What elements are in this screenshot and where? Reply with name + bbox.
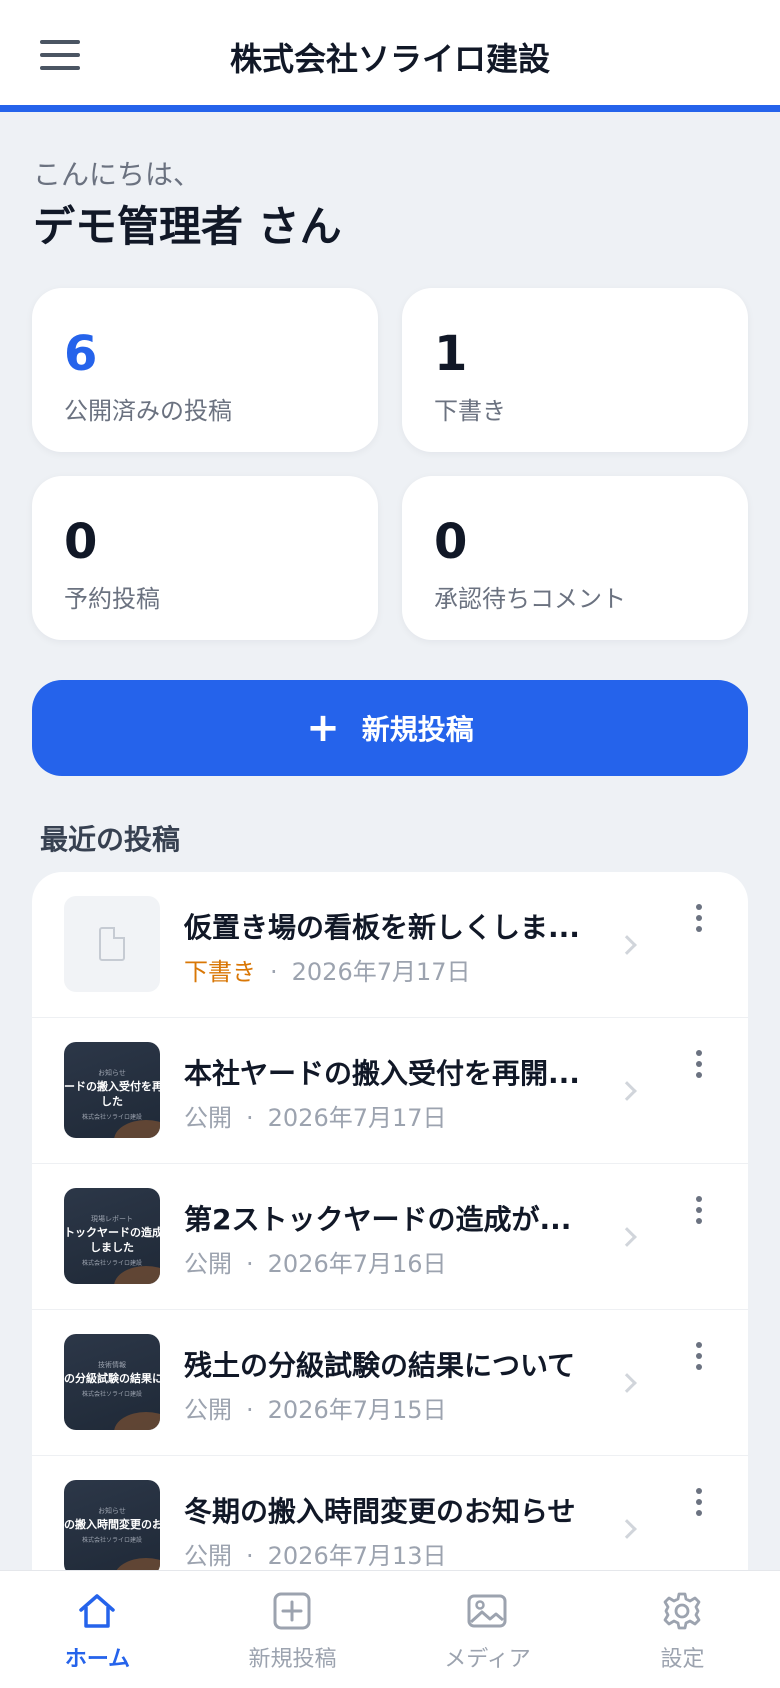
post-meta: 公開 · 2026年7月13日 (184, 1536, 447, 1571)
thumb-company: 株式会社ソライロ建設 (81, 1260, 142, 1267)
new-post-button[interactable]: + 新規投稿 (32, 680, 748, 776)
post-meta: 公開 · 2026年7月16日 (184, 1244, 447, 1279)
post-title: 冬期の搬入時間変更のお知らせ (184, 1495, 576, 1528)
post-thumbnail (64, 896, 160, 992)
more-options-icon[interactable] (696, 1342, 704, 1374)
post-thumbnail: 現場レポート トックヤードの造成 しました 株式会社ソライロ建設 (64, 1188, 160, 1284)
post-status: 下書き (184, 958, 256, 986)
post-meta: 公開 · 2026年7月15日 (184, 1390, 447, 1425)
thumb-company: 株式会社ソライロ建設 (81, 1391, 142, 1398)
thumb-company: 株式会社ソライロ建設 (81, 1537, 142, 1544)
home-icon (79, 1594, 115, 1628)
thumb-headline: トックヤードの造成 (64, 1226, 160, 1239)
thumb-category: お知らせ (98, 1069, 126, 1077)
post-date: 2026年7月17日 (267, 1104, 447, 1132)
app-header: 株式会社ソライロ建設 (0, 0, 780, 112)
meta-separator: · (246, 1542, 254, 1570)
thumb-headline-2: しました (90, 1241, 134, 1254)
meta-separator: · (246, 1250, 254, 1278)
post-status: 公開 (184, 1396, 232, 1424)
tab-label: 設定 (660, 1647, 705, 1672)
stat-value: 1 (434, 326, 468, 382)
user-name: デモ管理者 さん (33, 202, 342, 251)
meta-separator: · (270, 958, 278, 986)
post-thumbnail: お知らせ ードの搬入受付を再 した 株式会社ソライロ建設 (64, 1042, 160, 1138)
thumb-category: 現場レポート (91, 1215, 133, 1223)
tab-new-post[interactable]: 新規投稿 (195, 1571, 390, 1688)
tab-settings[interactable]: 設定 (585, 1571, 780, 1688)
stat-card-published[interactable]: 6 公開済みの投稿 (32, 288, 378, 452)
list-item[interactable]: 技術情報 の分級試験の結果につ 株式会社ソライロ建設 残土の分級試験の結果につい… (32, 1310, 748, 1456)
thumb-category: 技術情報 (98, 1361, 126, 1369)
post-title: 残土の分級試験の結果について (184, 1349, 576, 1382)
chevron-right-icon (617, 1519, 637, 1539)
tab-label: 新規投稿 (248, 1647, 337, 1672)
list-item[interactable]: 仮置き場の看板を新しくしま... 下書き · 2026年7月17日 (32, 872, 748, 1018)
more-options-icon[interactable] (696, 1050, 704, 1082)
post-status: 公開 (184, 1104, 232, 1132)
post-meta: 下書き · 2026年7月17日 (184, 952, 471, 987)
post-thumbnail: 技術情報 の分級試験の結果につ 株式会社ソライロ建設 (64, 1334, 160, 1430)
section-title-recent: 最近の投稿 (40, 823, 181, 856)
chevron-right-icon (617, 1227, 637, 1247)
post-date: 2026年7月17日 (291, 958, 471, 986)
stat-card-drafts[interactable]: 1 下書き (402, 288, 748, 452)
post-title: 仮置き場の看板を新しくしま... (184, 911, 580, 944)
more-options-icon[interactable] (696, 904, 704, 936)
thumb-category: お知らせ (98, 1507, 126, 1515)
list-item[interactable]: 現場レポート トックヤードの造成 しました 株式会社ソライロ建設 第2ストックヤ… (32, 1164, 748, 1310)
thumb-company: 株式会社ソライロ建設 (81, 1114, 142, 1121)
greeting-text: こんにちは、 (33, 158, 202, 191)
stat-card-pending-comments[interactable]: 0 承認待ちコメント (402, 476, 748, 640)
post-date: 2026年7月15日 (267, 1396, 447, 1424)
stat-label: 予約投稿 (64, 585, 160, 613)
gear-icon (663, 1592, 701, 1630)
thumb-headline: ードの搬入受付を再 (64, 1080, 160, 1093)
tab-home[interactable]: ホーム (0, 1571, 195, 1688)
post-thumbnail: お知らせ の搬入時間変更のお知 株式会社ソライロ建設 (64, 1480, 160, 1576)
more-options-icon[interactable] (696, 1488, 704, 1520)
plus-icon: + (306, 705, 340, 751)
post-status: 公開 (184, 1542, 232, 1570)
tab-label: メディア (444, 1647, 531, 1672)
tab-label: ホーム (64, 1647, 131, 1672)
chevron-right-icon (617, 1373, 637, 1393)
thumb-headline: の搬入時間変更のお知 (64, 1518, 160, 1531)
list-item[interactable]: お知らせ ードの搬入受付を再 した 株式会社ソライロ建設 本社ヤードの搬入受付を… (32, 1018, 748, 1164)
recent-posts-list: 仮置き場の看板を新しくしま... 下書き · 2026年7月17日 お知らせ ードの… (32, 872, 748, 1688)
tab-media[interactable]: メディア (390, 1571, 585, 1688)
post-meta: 公開 · 2026年7月17日 (184, 1098, 447, 1133)
post-status: 公開 (184, 1250, 232, 1278)
stat-label: 承認待ちコメント (434, 585, 626, 613)
more-options-icon[interactable] (696, 1196, 704, 1228)
post-title: 第2ストックヤードの造成が... (184, 1203, 572, 1236)
stat-value: 0 (434, 514, 468, 570)
document-icon (99, 927, 125, 961)
add-square-icon (273, 1592, 311, 1630)
post-date: 2026年7月16日 (267, 1250, 447, 1278)
image-icon (467, 1594, 507, 1628)
stat-label: 下書き (434, 397, 506, 425)
meta-separator: · (246, 1104, 254, 1132)
thumb-headline: の分級試験の結果につ (64, 1372, 160, 1385)
chevron-right-icon (617, 935, 637, 955)
stat-value: 0 (64, 514, 98, 570)
meta-separator: · (246, 1396, 254, 1424)
page-title: 株式会社ソライロ建設 (229, 40, 550, 78)
post-date: 2026年7月13日 (267, 1542, 447, 1570)
bottom-tab-bar: ホーム 新規投稿 メディア 設定 (0, 1570, 780, 1688)
stat-value: 6 (64, 326, 98, 382)
post-title: 本社ヤードの搬入受付を再開... (184, 1057, 580, 1090)
stat-card-scheduled[interactable]: 0 予約投稿 (32, 476, 378, 640)
chevron-right-icon (617, 1081, 637, 1101)
thumb-headline-2: した (101, 1095, 123, 1108)
stat-label: 公開済みの投稿 (64, 397, 232, 425)
new-post-label: 新規投稿 (361, 713, 474, 746)
